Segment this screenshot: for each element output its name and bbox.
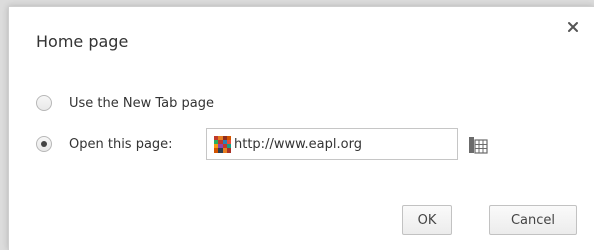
open-page-label: Open this page: [69,136,173,152]
page-picker-icon[interactable] [468,136,488,154]
radio-selected-dot [41,141,47,147]
option-new-tab[interactable]: Use the New Tab page [36,95,214,111]
dialog-title: Home page [36,32,129,51]
open-page-radio[interactable] [36,136,52,152]
home-page-dialog: Home page Use the New Tab page Open this… [8,6,594,250]
ok-button[interactable]: OK [402,205,452,235]
cancel-button[interactable]: Cancel [489,205,577,235]
url-value: http://www.eapl.org [234,136,362,152]
site-favicon-icon [214,135,231,153]
new-tab-label: Use the New Tab page [69,95,214,111]
close-icon[interactable] [564,18,582,36]
option-open-page[interactable]: Open this page: [36,136,173,152]
url-input[interactable]: http://www.eapl.org [206,128,458,160]
new-tab-radio[interactable] [36,95,52,111]
